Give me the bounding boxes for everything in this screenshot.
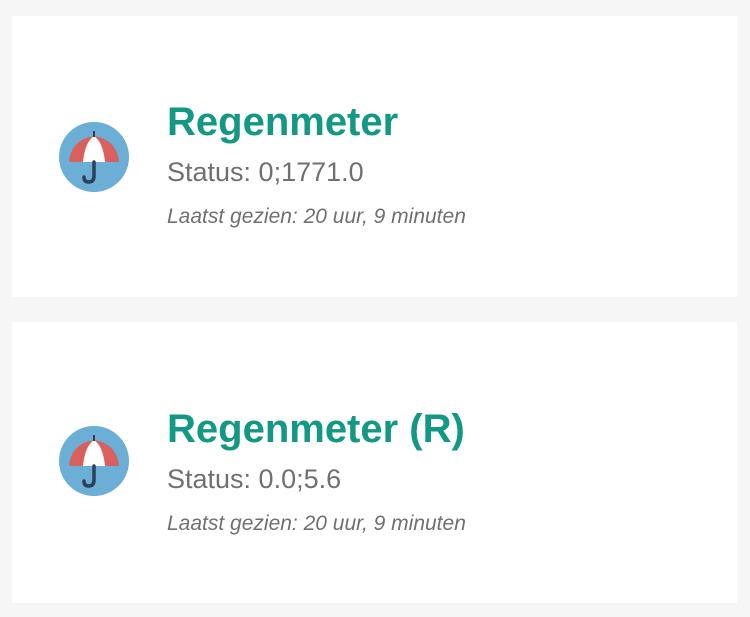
device-title: Regenmeter (R) <box>167 407 465 451</box>
device-status: Status: 0.0;5.6 <box>167 464 342 494</box>
umbrella-icon <box>59 426 129 496</box>
device-status: Status: 0;1771.0 <box>167 157 364 187</box>
device-card[interactable]: Regenmeter Status: 0;1771.0 Laatst gezie… <box>12 16 737 297</box>
last-seen-text: Laatst gezien: 20 uur, 9 minuten <box>167 205 466 228</box>
last-seen-text: Laatst gezien: 20 uur, 9 minuten <box>167 512 466 535</box>
device-title: Regenmeter <box>167 100 399 144</box>
umbrella-icon <box>59 122 129 192</box>
device-card[interactable]: Regenmeter (R) Status: 0.0;5.6 Laatst ge… <box>12 322 737 603</box>
